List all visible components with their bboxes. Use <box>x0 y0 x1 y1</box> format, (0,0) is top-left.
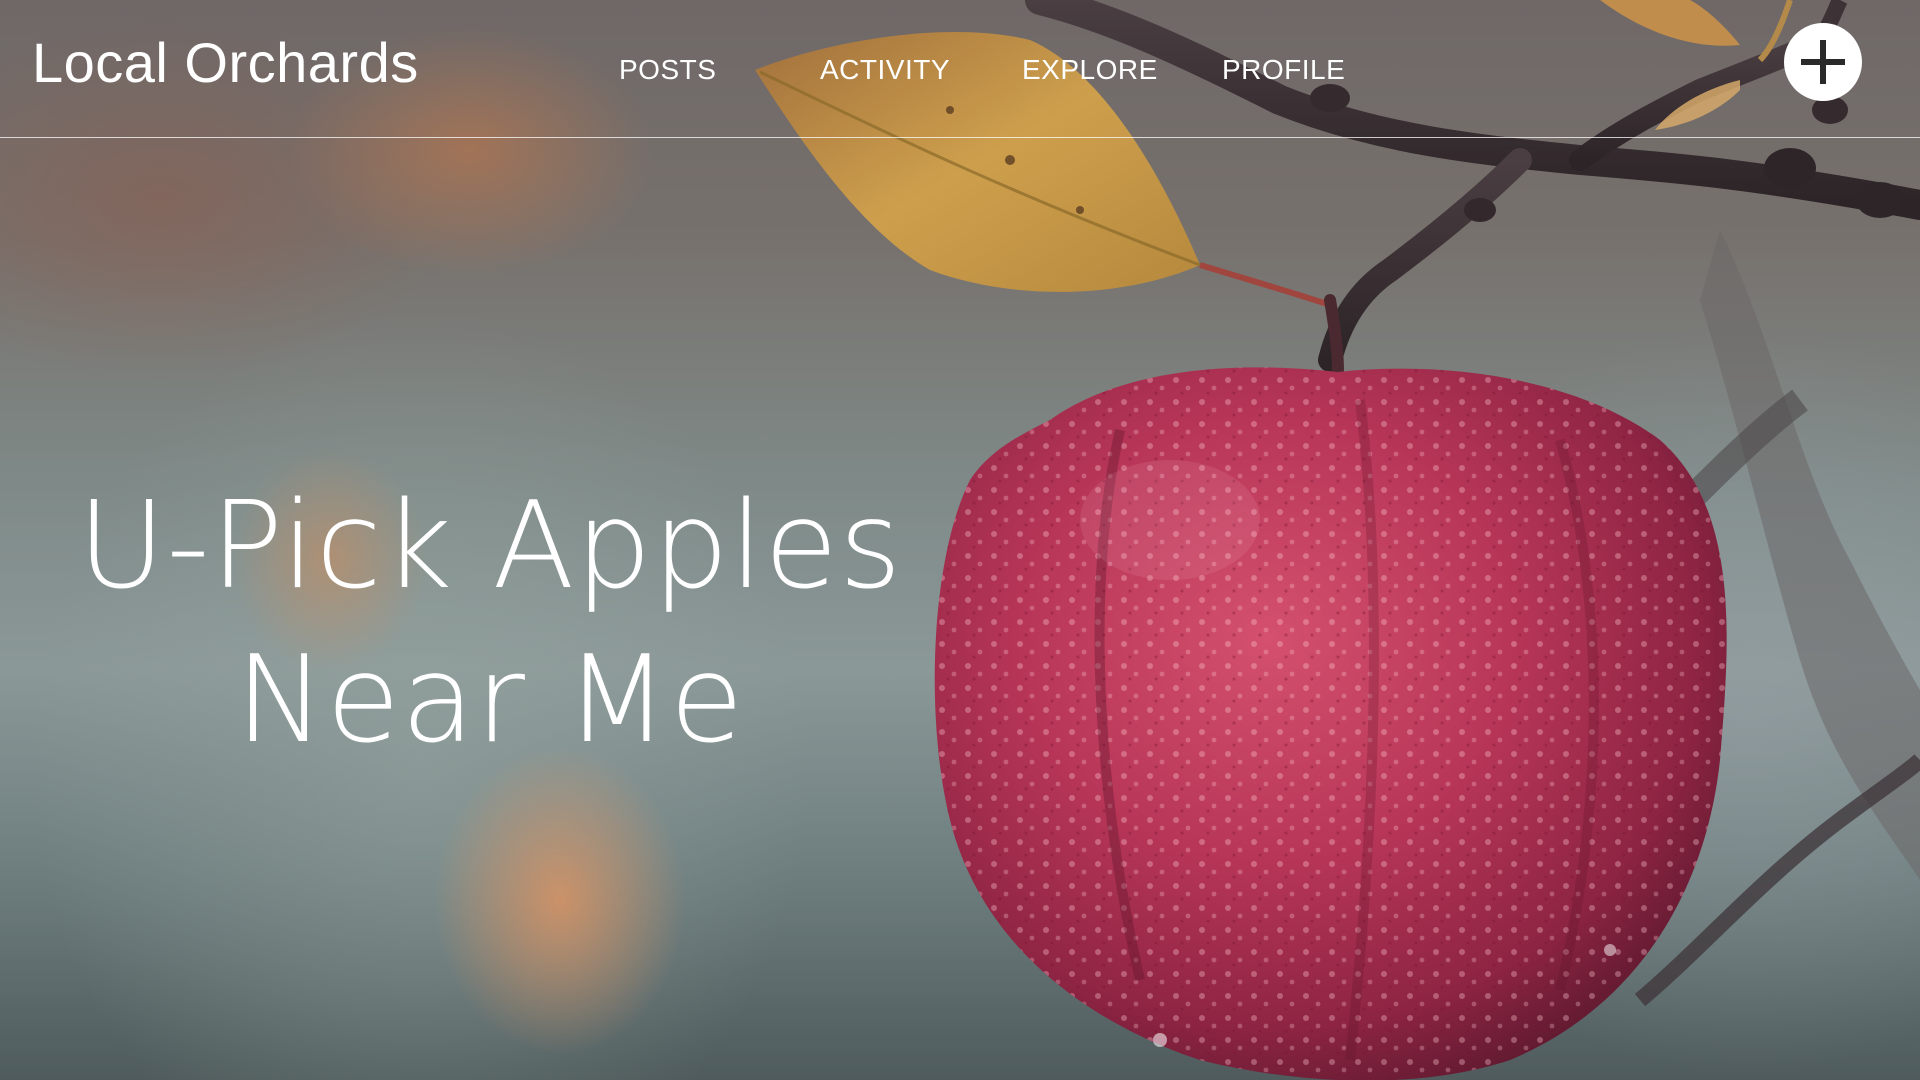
nav-posts[interactable]: POSTS <box>619 54 716 86</box>
site-header: Local Orchards POSTS ACTIVITY EXPLORE PR… <box>0 0 1920 138</box>
nav-profile[interactable]: PROFILE <box>1222 54 1345 86</box>
page: Local Orchards POSTS ACTIVITY EXPLORE PR… <box>0 0 1920 1080</box>
add-button[interactable] <box>1784 23 1862 101</box>
nav-explore[interactable]: EXPLORE <box>1022 54 1158 86</box>
hero-title-line-2: Near Me <box>235 631 745 770</box>
nav-activity[interactable]: ACTIVITY <box>820 54 950 86</box>
main-nav: POSTS ACTIVITY EXPLORE PROFILE <box>0 54 1920 94</box>
hero-title-line-1: U-Pick Apples <box>77 477 903 616</box>
hero-title: U-Pick Apples Near Me <box>0 470 980 778</box>
plus-icon <box>1801 40 1845 84</box>
